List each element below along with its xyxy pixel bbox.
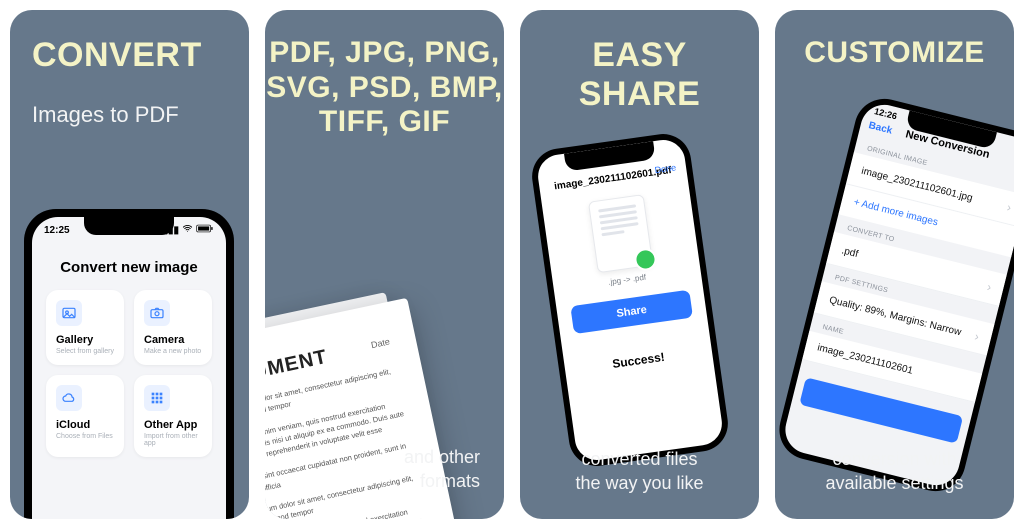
phone-mockup: 12:26 Back New Conversion ORIGINAL IMAGE… (775, 93, 1014, 498)
promo-panel-share: EASY SHARE Done image_230211102601.pdf .… (520, 10, 759, 519)
camera-icon (144, 300, 170, 326)
success-label: Success! (564, 343, 713, 377)
tile-label: iCloud (56, 419, 114, 431)
share-button[interactable]: Share (570, 290, 693, 334)
phone-screen: 12:25 ▮▮▮ Convert new image (32, 217, 226, 519)
apps-grid-icon (144, 385, 170, 411)
source-tiles: Gallery Select from gallery Camera Make … (32, 290, 226, 457)
tile-sub: Import from other app (144, 433, 202, 447)
subtitle: conversion with available settings (775, 448, 1014, 495)
subtitle: and other formats (404, 446, 480, 493)
tile-sub: Choose from Files (56, 433, 114, 440)
chevron-right-icon: › (985, 280, 992, 295)
headline: PDF, JPG, PNG, SVG, PSD, BMP, TIFF, GIF (265, 36, 504, 140)
headline: CUSTOMIZE (775, 36, 1014, 71)
cloud-icon (56, 385, 82, 411)
chevron-right-icon: › (973, 329, 980, 344)
promo-panel-customize: CUSTOMIZE 12:26 Back New Conversion ORIG… (775, 10, 1014, 519)
wifi-icon (182, 223, 193, 237)
tile-label: Other App (144, 419, 202, 431)
phone-mockup: 12:25 ▮▮▮ Convert new image (24, 209, 234, 519)
tile-sub: Make a new photo (144, 348, 202, 355)
tile-sub: Select from gallery (56, 348, 114, 355)
file-thumbnail (587, 194, 652, 273)
tile-other-app[interactable]: Other App Import from other app (134, 375, 212, 457)
tile-icloud[interactable]: iCloud Choose from Files (46, 375, 124, 457)
gallery-icon (56, 300, 82, 326)
headline: EASY SHARE (520, 36, 759, 114)
phone-screen: Done image_230211102601.pdf .jpg -> .pdf… (535, 137, 724, 463)
phone-screen: 12:26 Back New Conversion ORIGINAL IMAGE… (780, 100, 1014, 490)
battery-icon (196, 224, 214, 236)
phone-mockup: Done image_230211102601.pdf .jpg -> .pdf… (528, 130, 731, 469)
promo-panel-formats: PDF, JPG, PNG, SVG, PSD, BMP, TIFF, GIF … (265, 10, 504, 519)
conversion-label: .jpg -> .pdf (553, 265, 701, 295)
row-value: .pdf (840, 245, 859, 260)
subtitle: Images to PDF (32, 102, 179, 128)
back-button[interactable]: Back (867, 120, 893, 136)
headline: CONVERT (32, 36, 202, 75)
notch (564, 141, 656, 171)
promo-panel-convert: CONVERT Images to PDF 12:25 ▮▮▮ Convert … (10, 10, 249, 519)
status-time: 12:25 (44, 225, 70, 236)
tile-camera[interactable]: Camera Make a new photo (134, 290, 212, 365)
notch (84, 217, 174, 235)
subtitle: converted files the way you like (520, 448, 759, 495)
tile-gallery[interactable]: Gallery Select from gallery (46, 290, 124, 365)
screen-title: Convert new image (32, 259, 226, 276)
chevron-right-icon: › (1005, 200, 1012, 215)
tile-label: Gallery (56, 334, 114, 346)
tile-label: Camera (144, 334, 202, 346)
